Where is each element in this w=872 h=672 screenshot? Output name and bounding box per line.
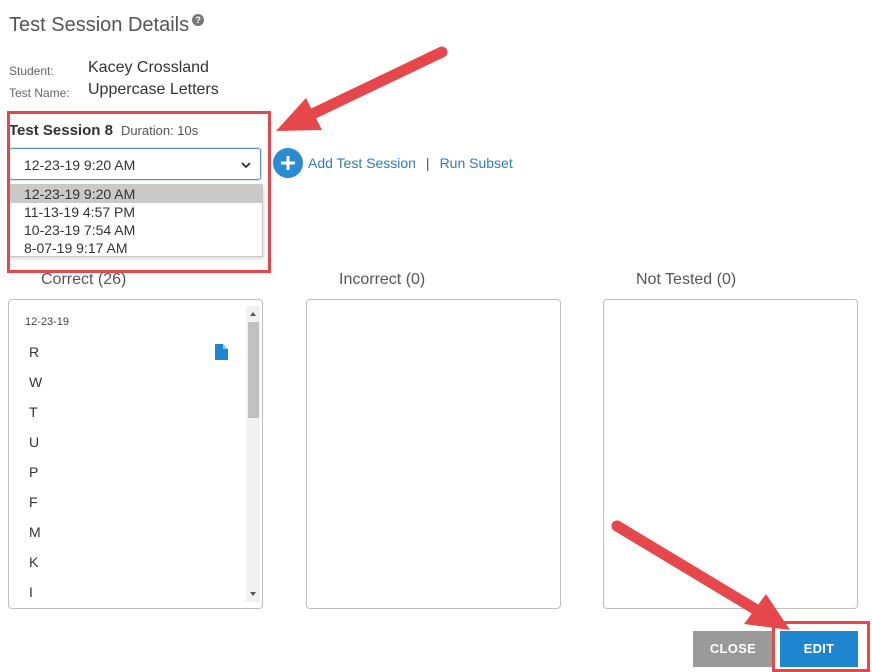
incorrect-panel[interactable] bbox=[306, 299, 561, 609]
close-button[interactable]: CLOSE bbox=[693, 631, 773, 667]
student-name: Kacey Crossland bbox=[88, 59, 209, 76]
student-label: Student: bbox=[9, 64, 54, 78]
annotation-highlight-edit bbox=[772, 621, 870, 672]
page-title: Test Session Details? bbox=[9, 14, 205, 37]
letter-item[interactable]: W bbox=[29, 374, 42, 390]
help-icon[interactable]: ? bbox=[192, 14, 205, 27]
correct-panel[interactable]: 12-23-19 R W T U P F M K I bbox=[8, 299, 263, 609]
session-date-label: 12-23-19 bbox=[25, 316, 70, 328]
scroll-up-icon[interactable] bbox=[249, 310, 257, 318]
test-name-label: Test Name: bbox=[9, 86, 70, 100]
letter-item[interactable]: M bbox=[29, 524, 41, 540]
letter-item[interactable]: P bbox=[29, 464, 38, 480]
letter-item[interactable]: T bbox=[29, 404, 38, 420]
page-title-text: Test Session Details bbox=[9, 14, 190, 36]
session-actions: Add Test Session | Run Subset bbox=[273, 148, 513, 178]
annotation-highlight-session bbox=[7, 111, 271, 273]
run-subset-link[interactable]: Run Subset bbox=[440, 155, 513, 171]
letter-item[interactable]: U bbox=[29, 434, 39, 450]
test-name-value: Uppercase Letters bbox=[88, 81, 219, 98]
plus-icon[interactable] bbox=[273, 148, 303, 178]
letter-item[interactable]: R bbox=[29, 344, 39, 360]
document-icon[interactable] bbox=[215, 344, 228, 360]
annotation-arrow-session bbox=[276, 46, 448, 131]
scrollbar-thumb[interactable] bbox=[248, 322, 259, 418]
add-test-session-link[interactable]: Add Test Session bbox=[308, 155, 416, 171]
not-tested-panel[interactable] bbox=[603, 299, 858, 609]
letter-item[interactable]: I bbox=[29, 584, 33, 600]
not-tested-column-header: Not Tested (0) bbox=[636, 271, 737, 288]
letter-item[interactable]: F bbox=[29, 494, 38, 510]
letter-item[interactable]: K bbox=[29, 554, 38, 570]
incorrect-column-header: Incorrect (0) bbox=[339, 271, 426, 288]
scroll-down-icon[interactable] bbox=[249, 590, 257, 598]
correct-column-header: Correct (26) bbox=[41, 271, 127, 288]
link-separator: | bbox=[425, 155, 430, 171]
